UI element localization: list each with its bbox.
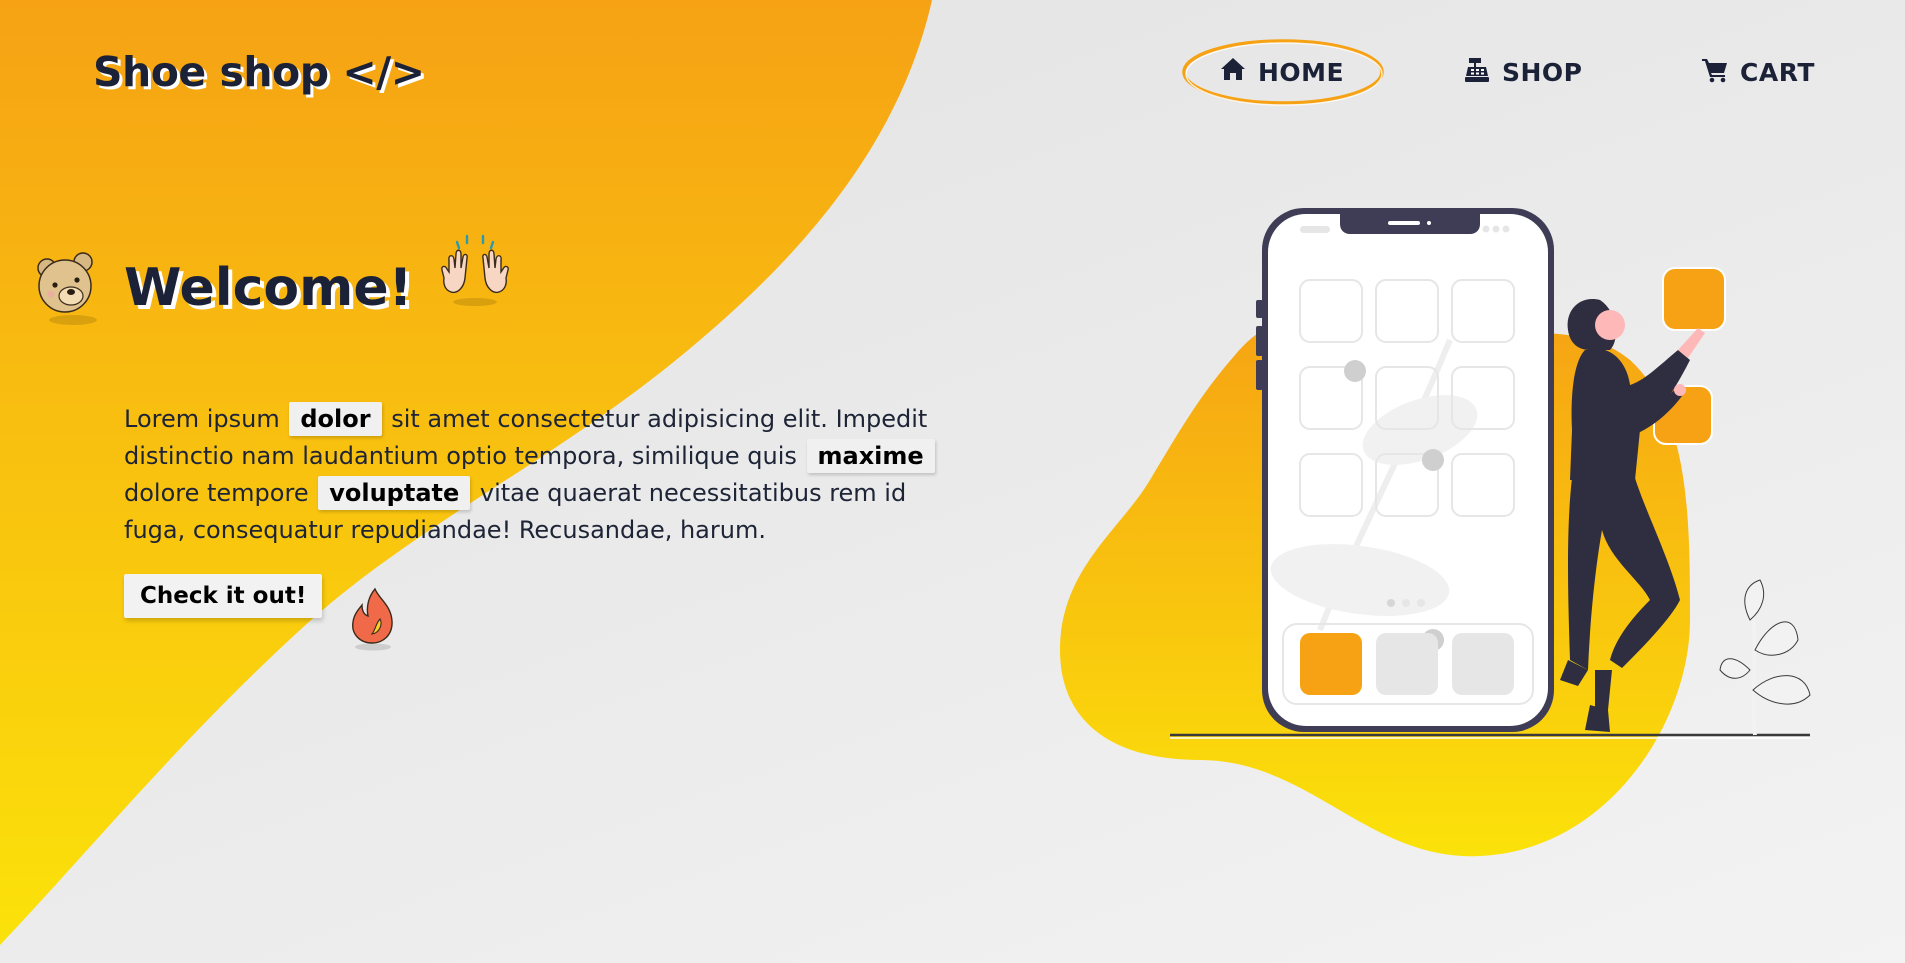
brand-logo[interactable]: Shoe shop </> <box>93 48 425 96</box>
nav-home[interactable]: HOME <box>1218 46 1344 98</box>
page-title: Welcome! <box>124 258 413 318</box>
fire-icon <box>352 587 393 651</box>
bear-icon <box>37 252 97 325</box>
phone-illustration <box>1060 208 1811 857</box>
nav-cart-label: CART <box>1740 57 1815 87</box>
hero-paragraph: Lorem ipsum dolor sit amet consectetur a… <box>124 401 944 549</box>
main-nav: HOME SHOP CART <box>1180 39 1820 106</box>
brand-name: Shoe shop <box>93 48 329 96</box>
highlight-tag-dolor: dolor <box>289 402 382 436</box>
nav-shop-label: SHOP <box>1502 57 1583 87</box>
highlight-tag-maxime: maxime <box>806 439 935 473</box>
nav-shop[interactable]: SHOP <box>1462 46 1583 98</box>
nav-cart[interactable]: CART <box>1700 46 1815 98</box>
nav-home-label: HOME <box>1258 57 1345 87</box>
highlight-tag-voluptate: voluptate <box>318 476 471 510</box>
cash-register-icon <box>1462 54 1492 90</box>
check-it-out-button[interactable]: Check it out! <box>124 574 323 618</box>
cart-icon <box>1700 54 1730 90</box>
raised-hands-icon <box>441 234 509 306</box>
para-text-3: dolore tempore <box>124 479 317 507</box>
home-icon <box>1218 54 1248 90</box>
para-text-1: Lorem ipsum <box>124 405 288 433</box>
code-icon: </> <box>342 48 425 96</box>
